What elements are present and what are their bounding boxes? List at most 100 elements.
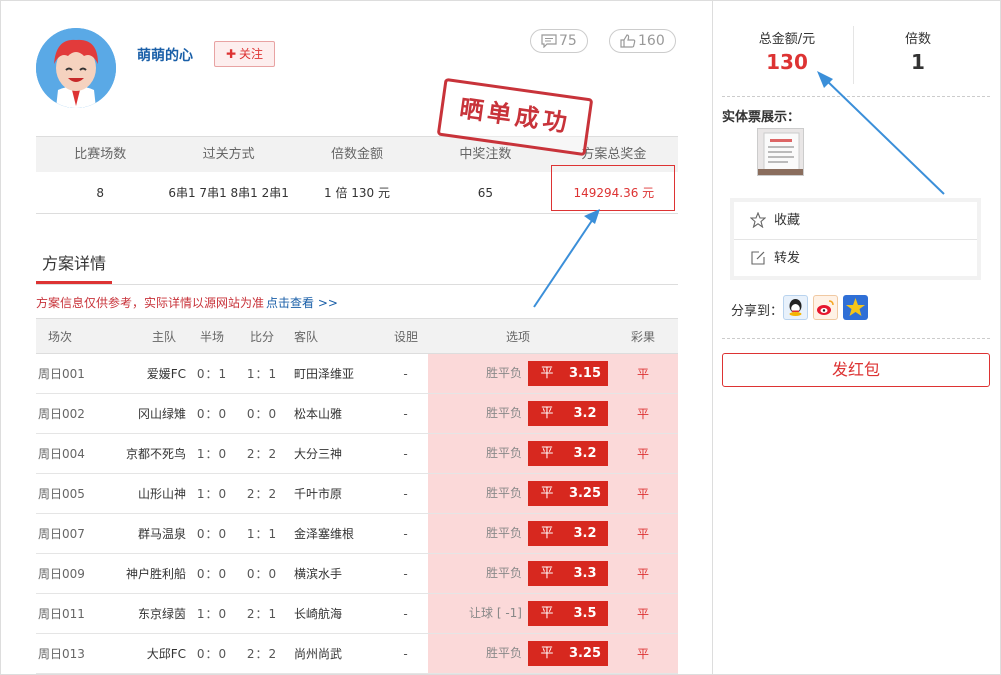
qq-icon[interactable] [783, 295, 808, 320]
cell-away: 千叶市原 [288, 473, 384, 514]
cell-option: 胜平负 平 3.2 [428, 513, 608, 554]
cell-score: 0：0 [236, 553, 288, 594]
comments-count: 75 [559, 33, 577, 49]
total-amount-value: 130 [766, 50, 808, 74]
odds-button[interactable]: 平 3.5 [528, 601, 608, 626]
table-row: 周日005 山形山神 1：0 2：2 千叶市原 - 胜平负 平 3.25 平 [36, 473, 678, 514]
col-week: 场次 [36, 318, 88, 354]
summary-winning-bets: 65 [477, 186, 494, 200]
qzone-star-icon[interactable] [843, 295, 868, 320]
cell-option: 胜平负 平 3.3 [428, 553, 608, 594]
weibo-icon[interactable] [813, 295, 838, 320]
odds-value: 3.2 [573, 446, 597, 461]
play-type: 胜平负 [485, 406, 522, 420]
cell-week: 周日002 [36, 393, 88, 434]
play-type: 胜平负 [485, 366, 522, 380]
cell-week: 周日009 [36, 553, 88, 594]
disclaimer-notice: 方案信息仅供参考，实际详情以源网站为准 点击查看 >> [36, 294, 338, 311]
cell-home: 神户胜利船 [88, 553, 188, 594]
summary-matches: 8 [96, 186, 105, 200]
pick-label: 平 [540, 606, 554, 621]
cell-result: 平 [608, 473, 678, 514]
cell-home: 冈山绿雉 [88, 393, 188, 434]
table-row: 周日002 冈山绿雉 0：0 0：0 松本山雅 - 胜平负平 3.2 平 [36, 393, 678, 434]
odds-value: 3.3 [573, 566, 597, 581]
cell-home: 群马温泉 [88, 513, 188, 554]
cell-score: 1：1 [236, 353, 288, 394]
play-type: 胜平负 [485, 566, 522, 580]
cell-half: 0：0 [188, 393, 236, 434]
cell-banker: - [384, 433, 428, 474]
tab-plan-details[interactable]: 方案详情 [36, 252, 113, 284]
cell-away: 金泽塞维根 [288, 513, 384, 554]
col-home: 主队 [88, 318, 188, 354]
summary-header-matches: 比赛场数 [74, 147, 127, 162]
forward-label: 转发 [774, 251, 801, 266]
summary-pass-type: 6串1 7串1 8串1 2串1 [168, 186, 289, 200]
match-rows: 周日001 爱媛FC 0：1 1：1 町田泽维亚 - 胜平负平 3.15 平周日002 冈山绿雉 0… [36, 353, 678, 674]
cell-score: 1：1 [236, 513, 288, 554]
cell-result: 平 [608, 433, 678, 474]
star-outline-icon [750, 212, 766, 228]
follow-button[interactable]: ✚ 关注 [214, 41, 275, 67]
cell-half: 0：1 [188, 353, 236, 394]
cell-score: 0：0 [236, 393, 288, 434]
odds-button[interactable]: 平 3.25 [528, 481, 608, 506]
cell-result: 平 [608, 513, 678, 554]
username[interactable]: 萌萌的心 [137, 45, 193, 65]
comments-button[interactable]: 75 [530, 29, 588, 53]
forward-action[interactable]: 转发 [734, 239, 977, 276]
cell-week: 周日007 [36, 513, 88, 554]
sidebar-dashed-divider [722, 96, 990, 97]
pick-label: 平 [540, 366, 554, 381]
cell-result: 平 [608, 353, 678, 394]
cell-option: 胜平负 平 3.15 [428, 353, 608, 394]
follow-label: 关注 [239, 47, 264, 61]
view-source-link[interactable]: 点击查看 >> [266, 296, 338, 310]
cell-home: 东京绿茵 [88, 593, 188, 634]
play-type: 胜平负 [485, 646, 522, 660]
cell-option: 胜平负 平 3.25 [428, 633, 608, 674]
odds-button[interactable]: 平 3.15 [528, 361, 608, 386]
match-table: 场次 主队 半场 比分 客队 设胆 选项 彩果 周日001 爱媛FC 0：1 1：1 町… [36, 318, 678, 674]
cell-result: 平 [608, 633, 678, 674]
col-away: 客队 [288, 318, 384, 354]
disclaimer-text: 方案信息仅供参考，实际详情以源网站为准 [36, 296, 265, 310]
cell-score: 2：1 [236, 593, 288, 634]
odds-button[interactable]: 平 3.2 [528, 401, 608, 426]
cell-week: 周日013 [36, 633, 88, 674]
favorite-action[interactable]: 收藏 [734, 202, 977, 239]
ticket-thumbnail[interactable] [757, 128, 804, 176]
cell-result: 平 [608, 553, 678, 594]
tab-divider [36, 284, 678, 285]
odds-value: 3.15 [568, 366, 602, 381]
cell-result: 平 [608, 393, 678, 434]
like-button[interactable]: 160 [609, 29, 676, 53]
odds-button[interactable]: 平 3.2 [528, 441, 608, 466]
cell-banker: - [384, 513, 428, 554]
cell-result: 平 [608, 593, 678, 634]
cell-option: 胜平负 平 3.2 [428, 393, 608, 434]
cell-banker: - [384, 353, 428, 394]
plus-icon: ✚ [225, 47, 237, 61]
odds-button[interactable]: 平 3.25 [528, 641, 608, 666]
col-option: 选项 [428, 318, 608, 354]
odds-value: 3.2 [573, 526, 597, 541]
cell-away: 尚州尚武 [288, 633, 384, 674]
odds-button[interactable]: 平 3.3 [528, 561, 608, 586]
table-row: 周日009 神户胜利船 0：0 0：0 横滨水手 - 胜平负平 3.3 平 [36, 553, 678, 594]
summary-header-multiple-amount: 倍数金额 [331, 147, 384, 162]
cell-banker: - [384, 393, 428, 434]
total-amount-label: 总金额/元 [758, 32, 816, 47]
multiple-label: 倍数 [904, 32, 931, 47]
play-type: 胜平负 [485, 486, 522, 500]
avatar[interactable] [36, 28, 116, 108]
favorite-label: 收藏 [774, 213, 801, 228]
send-red-packet-button[interactable]: 发红包 [722, 353, 990, 387]
odds-button[interactable]: 平 3.2 [528, 521, 608, 546]
cell-half: 0：0 [188, 513, 236, 554]
prize-highlight-box [551, 165, 675, 211]
cell-home: 大邱FC [88, 633, 188, 674]
cell-half: 0：0 [188, 553, 236, 594]
summary-header-pass-type: 过关方式 [202, 147, 255, 162]
